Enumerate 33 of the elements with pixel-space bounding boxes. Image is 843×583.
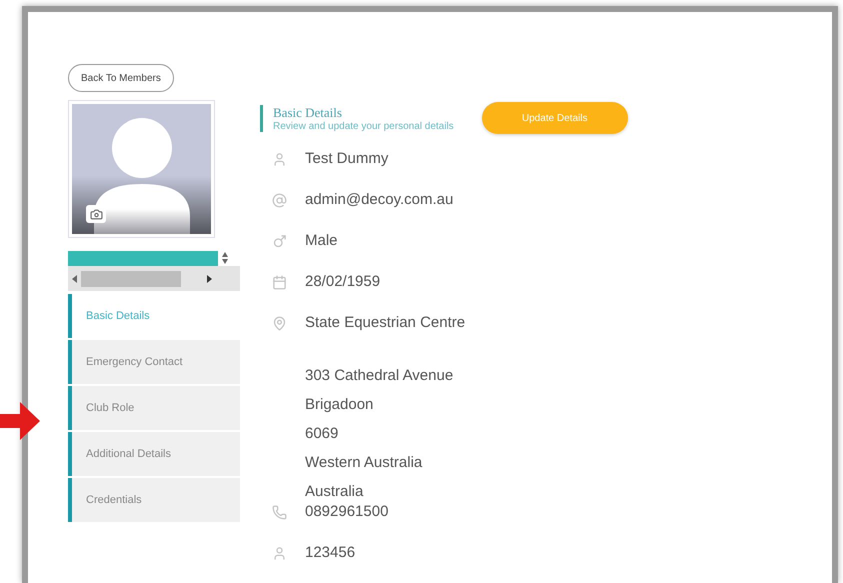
map-pin-icon bbox=[272, 316, 287, 330]
detail-value: Western Australia bbox=[305, 453, 424, 473]
detail-value: 6069 bbox=[305, 424, 340, 444]
pointer-arrow-icon bbox=[0, 402, 40, 440]
detail-value: Brigadoon bbox=[305, 395, 374, 415]
detail-value: 28/02/1959 bbox=[305, 272, 380, 292]
detail-value: 123456 bbox=[305, 543, 356, 563]
scroll-right-icon[interactable] bbox=[207, 274, 212, 282]
update-details-button[interactable]: Update Details bbox=[482, 102, 628, 134]
detail-value: Test Dummy bbox=[305, 149, 388, 169]
person-icon bbox=[272, 152, 287, 166]
person-icon bbox=[272, 546, 287, 560]
nav-tab[interactable]: Emergency Contact bbox=[68, 340, 240, 384]
at-sign-icon bbox=[272, 192, 287, 208]
scroll-left-icon[interactable] bbox=[72, 274, 77, 282]
detail-value: admin@decoy.com.au bbox=[305, 190, 454, 210]
horizontal-scrollbar[interactable] bbox=[68, 266, 240, 291]
scroll-arrows-icon[interactable] bbox=[221, 251, 229, 265]
back-to-members-button[interactable]: Back To Members bbox=[68, 64, 174, 92]
male-symbol-icon bbox=[272, 234, 287, 248]
camera-icon[interactable] bbox=[86, 205, 106, 223]
detail-value: 303 Cathedral Avenue bbox=[305, 366, 454, 386]
nav-tab[interactable]: Credentials bbox=[68, 478, 240, 522]
phone-icon bbox=[272, 504, 287, 520]
detail-value: State Equestrian Centre bbox=[305, 313, 466, 333]
calendar-icon bbox=[272, 274, 287, 290]
detail-value: 0892961500 bbox=[305, 502, 388, 522]
nav-tab[interactable]: Club Role bbox=[68, 386, 240, 430]
section-subtitle: Review and update your personal details bbox=[273, 120, 454, 132]
detail-value: Australia bbox=[305, 482, 364, 502]
nav-tab[interactable]: Additional Details bbox=[68, 432, 240, 476]
detail-value: Male bbox=[305, 231, 338, 251]
section-title: Basic Details bbox=[273, 104, 343, 120]
